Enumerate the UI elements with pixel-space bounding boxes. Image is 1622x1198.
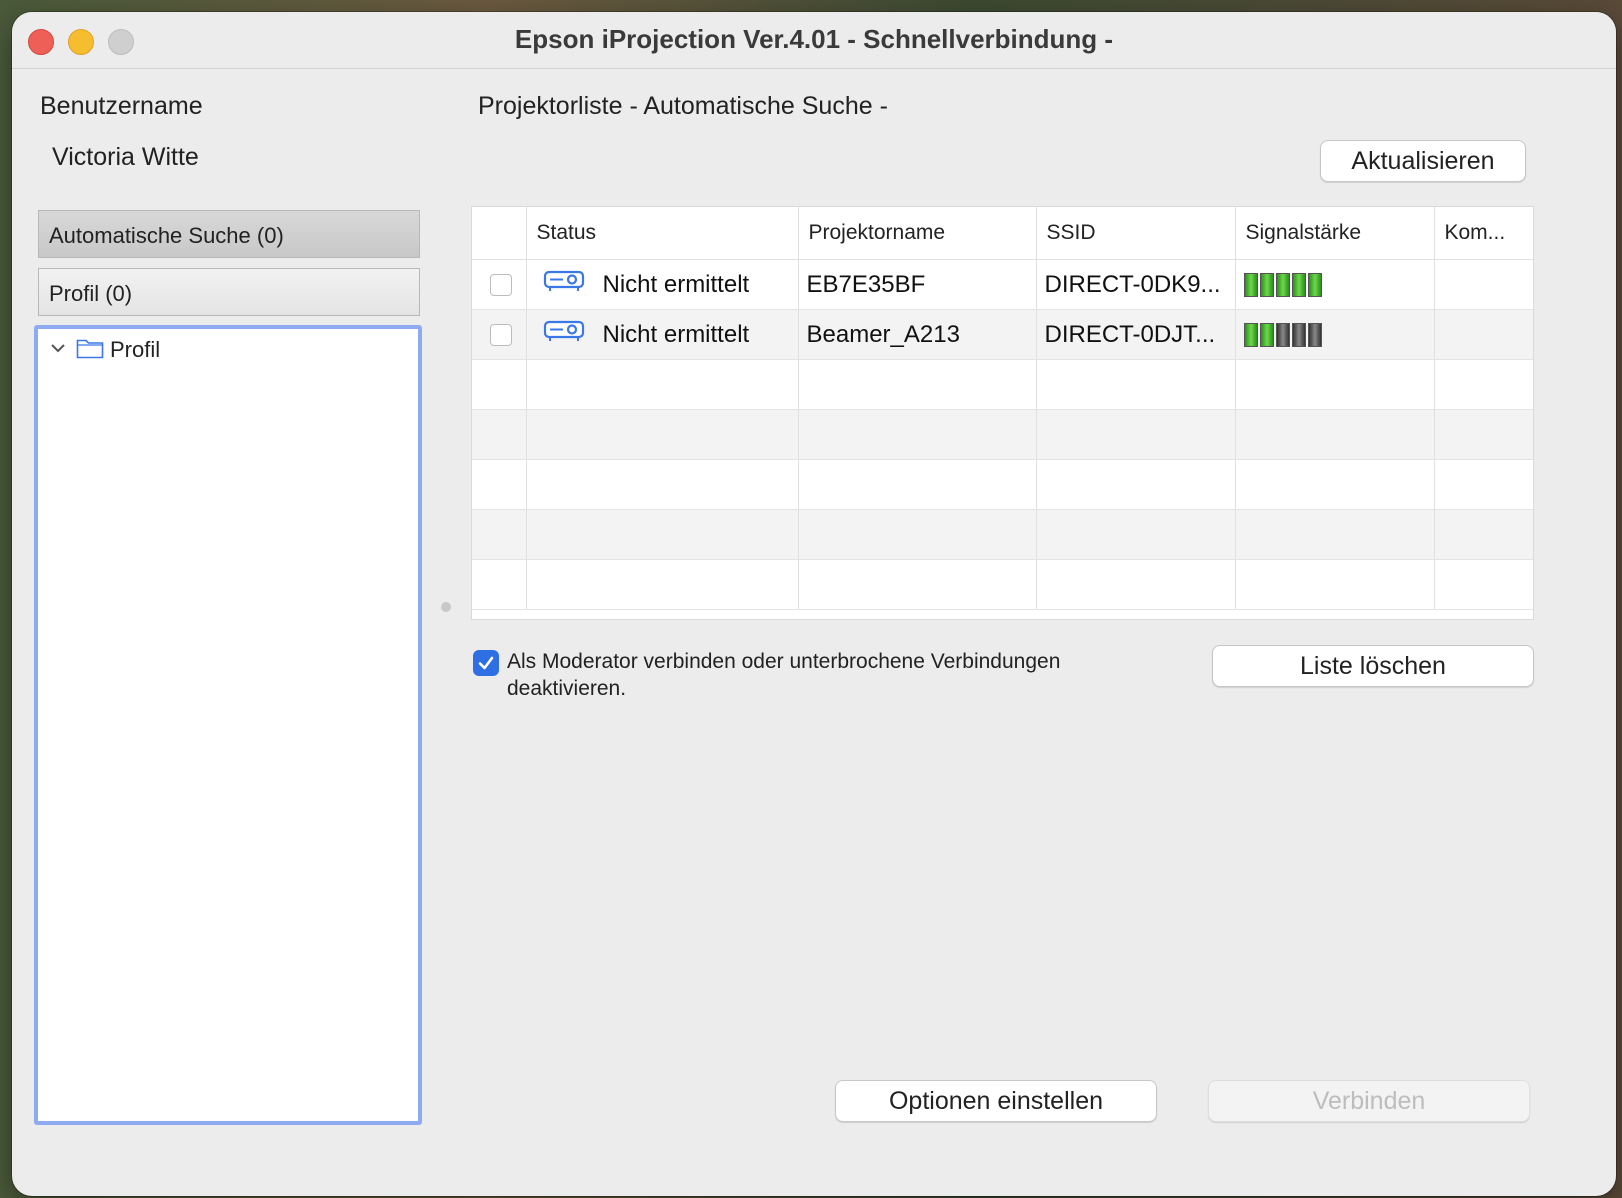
row-checkbox[interactable] bbox=[490, 324, 512, 347]
projector-list-title: Projektorliste - Automatische Suche - bbox=[478, 92, 888, 120]
connect-button[interactable]: Verbinden bbox=[1208, 1080, 1530, 1122]
ssid: DIRECT-0DK9... bbox=[1036, 259, 1236, 310]
checkmark-icon bbox=[478, 656, 494, 670]
comment-cell bbox=[1434, 309, 1533, 360]
moderator-label-line2: deaktivieren. bbox=[507, 677, 627, 700]
empty-table-row bbox=[472, 559, 1533, 610]
profile-tab[interactable]: Profil (0) bbox=[38, 268, 420, 316]
row-checkbox[interactable] bbox=[490, 274, 512, 297]
folder-icon bbox=[76, 337, 104, 364]
username-value: Victoria Witte bbox=[52, 143, 199, 171]
window-title: Epson iProjection Ver.4.01 - Schnellverb… bbox=[514, 24, 1114, 54]
table-row[interactable]: Nicht ermittelt Beamer_A213 DIRECT-0DJT.… bbox=[472, 309, 1533, 360]
status-text: Nicht ermittelt bbox=[602, 320, 750, 348]
table-row[interactable]: Nicht ermittelt EB7E35BF DIRECT-0DK9... bbox=[472, 259, 1533, 310]
empty-table-row bbox=[472, 509, 1533, 560]
title-bar: Epson iProjection Ver.4.01 - Schnellverb… bbox=[12, 12, 1616, 69]
projector-name: Beamer_A213 bbox=[798, 309, 1037, 360]
comment-cell bbox=[1434, 259, 1533, 310]
moderator-checkbox-label[interactable]: Als Moderator verbinden oder unterbroche… bbox=[507, 648, 1157, 702]
username-label: Benutzername bbox=[40, 92, 203, 120]
refresh-button[interactable]: Aktualisieren bbox=[1320, 140, 1526, 182]
empty-table-row bbox=[472, 359, 1533, 410]
profile-tree[interactable]: Profil bbox=[34, 325, 422, 1125]
ssid: DIRECT-0DJT... bbox=[1036, 309, 1236, 360]
projector-icon bbox=[535, 319, 603, 350]
moderator-checkbox[interactable] bbox=[473, 650, 499, 676]
projector-name: EB7E35BF bbox=[798, 259, 1037, 310]
clear-list-button[interactable]: Liste löschen bbox=[1212, 645, 1534, 687]
column-header-status[interactable]: Status bbox=[526, 207, 799, 260]
set-options-button[interactable]: Optionen einstellen bbox=[835, 1080, 1157, 1122]
tree-item-label: Profil bbox=[110, 337, 161, 362]
signal-strength-indicator bbox=[1243, 272, 1434, 297]
signal-strength-indicator bbox=[1243, 322, 1434, 347]
column-header-select[interactable] bbox=[472, 207, 527, 260]
auto-search-tab[interactable]: Automatische Suche (0) bbox=[38, 210, 420, 258]
tree-item-profile[interactable]: Profil bbox=[48, 335, 160, 365]
projector-table: Status Projektorname SSID Signalstärke K… bbox=[471, 206, 1534, 620]
column-header-projector-name[interactable]: Projektorname bbox=[798, 207, 1037, 260]
status-text: Nicht ermittelt bbox=[602, 270, 750, 298]
splitter-handle[interactable] bbox=[441, 602, 451, 612]
moderator-label-line1: Als Moderator verbinden oder unterbroche… bbox=[507, 650, 1061, 673]
chevron-down-icon[interactable] bbox=[48, 338, 68, 363]
empty-table-row bbox=[472, 409, 1533, 460]
column-header-comment[interactable]: Kom... bbox=[1434, 207, 1533, 260]
table-header-row: Status Projektorname SSID Signalstärke K… bbox=[472, 207, 1533, 260]
app-window: Epson iProjection Ver.4.01 - Schnellverb… bbox=[12, 12, 1616, 1196]
column-header-signal-strength[interactable]: Signalstärke bbox=[1235, 207, 1435, 260]
column-header-ssid[interactable]: SSID bbox=[1036, 207, 1236, 260]
empty-table-row bbox=[472, 459, 1533, 510]
projector-icon bbox=[535, 269, 603, 300]
